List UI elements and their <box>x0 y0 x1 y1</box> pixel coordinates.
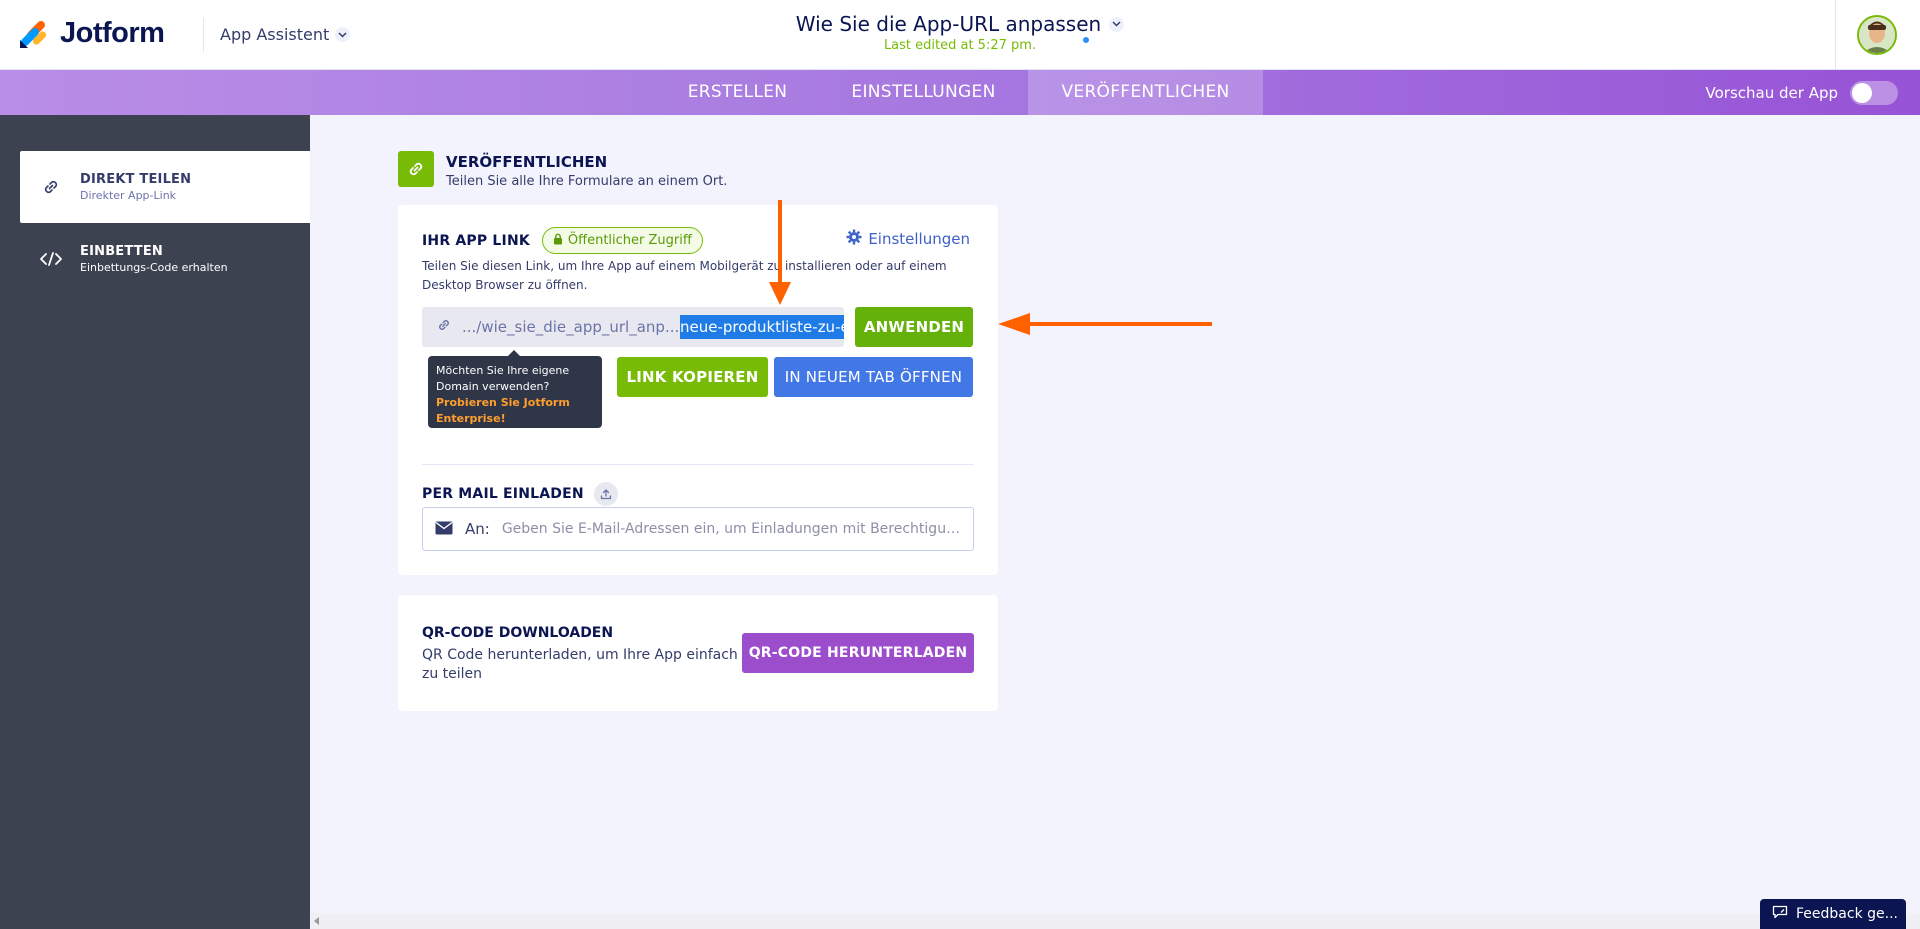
user-avatar[interactable] <box>1857 15 1897 55</box>
qr-code-card: QR-CODE DOWNLOADEN QR Code herunterladen… <box>398 595 998 711</box>
sidebar-item-einbetten[interactable]: EINBETTEN Einbettungs-Code erhalten <box>20 223 310 295</box>
section-heading: VERÖFFENTLICHEN Teilen Sie alle Ihre For… <box>398 151 727 189</box>
card-divider <box>422 464 974 465</box>
document-title-area: Wie Sie die App-URL anpassen Last edited… <box>0 12 1920 53</box>
chevron-down-icon[interactable] <box>1109 16 1125 32</box>
annotation-arrow-left <box>998 313 1212 335</box>
open-in-new-tab-button[interactable]: IN NEUEM TAB ÖFFNEN <box>774 357 973 397</box>
link-settings-label: Einstellungen <box>868 230 970 248</box>
mail-icon <box>435 520 453 539</box>
qr-code-title: QR-CODE DOWNLOADEN <box>422 625 614 641</box>
section-subtitle: Teilen Sie alle Ihre Formulare an einem … <box>446 174 728 189</box>
qr-code-description: QR Code herunterladen, um Ihre App einfa… <box>422 647 738 682</box>
custom-domain-tooltip: Möchten Sie Ihre eigene Domain verwenden… <box>428 350 602 428</box>
tab-veroeffentlichen[interactable]: VERÖFFENTLICHEN <box>1028 70 1263 115</box>
unsaved-indicator-dot <box>1083 37 1089 43</box>
feedback-label: Feedback ge... <box>1796 906 1898 922</box>
code-icon <box>40 248 62 270</box>
tab-einstellungen[interactable]: EINSTELLUNGEN <box>826 70 1021 115</box>
email-placeholder: Geben Sie E-Mail-Adressen ein, um Einlad… <box>501 521 967 537</box>
email-field[interactable]: An: Geben Sie E-Mail-Adressen ein, um Ei… <box>422 507 974 551</box>
lock-icon <box>553 233 563 249</box>
scroll-left-arrow-icon[interactable] <box>314 917 319 925</box>
app-link-label: IHR APP LINK <box>422 232 530 249</box>
tooltip-text: Möchten Sie Ihre eigene Domain verwenden… <box>436 364 570 393</box>
link-icon <box>436 317 452 337</box>
link-settings-button[interactable]: Einstellungen <box>846 229 970 249</box>
last-edited-status: Last edited at 5:27 pm. <box>883 38 1037 53</box>
main-navbar: ERSTELLEN EINSTELLUNGEN VERÖFFENTLICHEN … <box>0 70 1920 115</box>
upload-icon[interactable] <box>593 482 618 506</box>
app-preview-label: Vorschau der App <box>1705 83 1838 102</box>
header-divider-right <box>1835 0 1836 70</box>
sidebar-item-title: DIREKT TEILEN <box>80 172 192 187</box>
app-url-prefix: .../wie_sie_die_app_url_anp... <box>462 318 680 336</box>
top-header: Jotform App Assistent Wie Sie die App-UR… <box>0 0 1920 70</box>
app-preview-toggle[interactable] <box>1850 80 1898 105</box>
sidebar-item-subtitle: Einbettungs-Code erhalten <box>80 261 228 274</box>
apply-button[interactable]: ANWENDEN <box>855 307 973 347</box>
download-qr-code-button[interactable]: QR-CODE HERUNTERLADEN <box>742 633 974 673</box>
app-preview-toggle-area: Vorschau der App <box>1706 70 1898 115</box>
app-url-input[interactable]: .../wie_sie_die_app_url_anp... neue-prod… <box>422 307 844 347</box>
horizontal-scrollbar[interactable] <box>310 913 1920 929</box>
left-sidebar: DIREKT TEILEN Direkter App-Link EINBETTE… <box>0 115 310 929</box>
mail-invite-label: PER MAIL EINLADEN <box>422 486 584 502</box>
email-to-label: An: <box>465 520 490 538</box>
tooltip-arrow <box>508 350 520 356</box>
mail-invite-header: PER MAIL EINLADEN <box>422 482 618 506</box>
feedback-button[interactable]: Feedback ge... <box>1760 899 1906 929</box>
app-link-header: IHR APP LINK Öffentlicher Zugriff <box>422 227 703 254</box>
tab-erstellen[interactable]: ERSTELLEN <box>670 70 805 115</box>
sidebar-item-title: EINBETTEN <box>80 244 163 259</box>
enterprise-cta-link[interactable]: Probieren Sie Jotform Enterprise! <box>436 395 594 427</box>
link-icon <box>398 151 434 187</box>
app-link-card: IHR APP LINK Öffentlicher Zugriff Einste… <box>398 205 998 575</box>
section-title: VERÖFFENTLICHEN <box>446 153 608 171</box>
feedback-icon <box>1772 905 1788 923</box>
copy-link-button[interactable]: LINK KOPIEREN <box>617 357 768 397</box>
document-title[interactable]: Wie Sie die App-URL anpassen <box>795 12 1125 36</box>
document-title-text: Wie Sie die App-URL anpassen <box>795 12 1102 36</box>
toggle-knob <box>1852 82 1872 103</box>
app-url-selected-text[interactable]: neue-produktliste-zu-e <box>680 315 844 339</box>
gear-icon <box>846 229 862 249</box>
link-icon <box>40 176 62 198</box>
public-access-badge-label: Öffentlicher Zugriff <box>567 233 692 248</box>
sidebar-item-direkt-teilen[interactable]: DIREKT TEILEN Direkter App-Link <box>20 151 310 223</box>
app-link-description: Teilen Sie diesen Link, um Ihre App auf … <box>422 259 947 292</box>
sidebar-item-subtitle: Direkter App-Link <box>80 189 177 202</box>
public-access-badge[interactable]: Öffentlicher Zugriff <box>541 227 703 254</box>
